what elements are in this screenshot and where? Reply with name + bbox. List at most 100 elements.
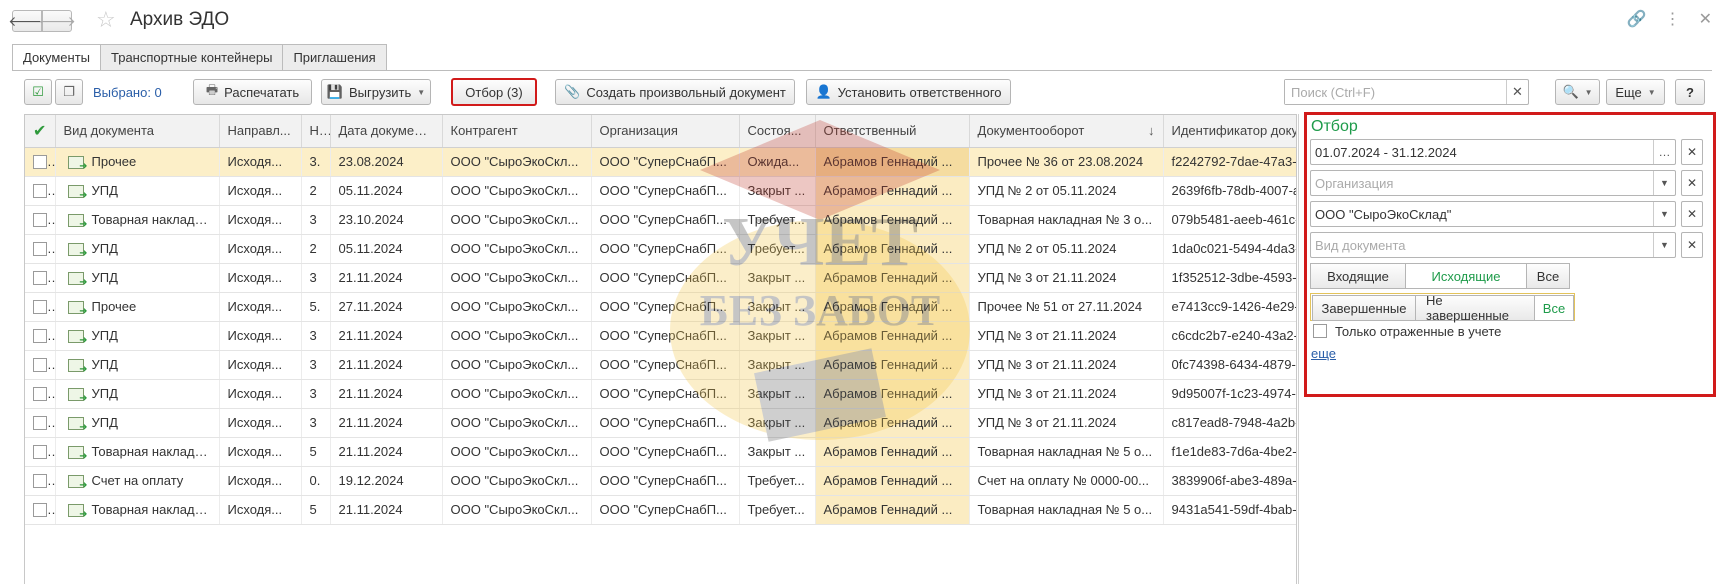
tab-transport-containers[interactable]: Транспортные контейнеры: [100, 44, 284, 70]
table-row[interactable]: УПД Исходя... 3 21.11.2024 ООО "СыроЭкоСкл..…: [25, 350, 1296, 380]
filter-button[interactable]: Отбор (3): [451, 78, 537, 106]
cell-number-text: 0.: [309, 473, 321, 488]
period-field[interactable]: 01.07.2024 - 31.12.2024 …: [1310, 139, 1676, 165]
period-picker-button[interactable]: …: [1653, 140, 1675, 164]
check-all-button[interactable]: ☑: [24, 79, 52, 105]
table-row[interactable]: УПД Исходя... 2 05.11.2024 ООО "СыроЭкоСкл..…: [25, 234, 1296, 264]
checkbox-icon[interactable]: [33, 184, 47, 199]
row-checkbox[interactable]: [25, 321, 56, 351]
col-organization[interactable]: Организация: [591, 115, 740, 148]
row-checkbox[interactable]: [25, 292, 56, 322]
cell-responsible: Абрамов Геннадий ...: [815, 292, 970, 322]
assign-responsible-button[interactable]: 👤 Установить ответственного: [806, 79, 1011, 105]
col-counterparty[interactable]: Контрагент: [442, 115, 592, 148]
row-checkbox[interactable]: [25, 437, 56, 467]
selected-count: Выбрано: 0: [93, 85, 162, 100]
search-input[interactable]: [1285, 80, 1500, 104]
checkbox-icon[interactable]: [33, 387, 47, 402]
export-button[interactable]: 💾 Выгрузить ▼: [321, 79, 431, 105]
doc-type-field[interactable]: Вид документа ▼: [1310, 232, 1676, 258]
organization-clear-button[interactable]: ✕: [1681, 170, 1703, 196]
checkbox-icon[interactable]: [33, 271, 47, 286]
counterparty-clear-button[interactable]: ✕: [1681, 201, 1703, 227]
period-clear-button[interactable]: ✕: [1681, 139, 1703, 165]
row-checkbox[interactable]: [25, 495, 56, 525]
chevron-down-icon[interactable]: ▼: [1653, 171, 1675, 195]
col-number[interactable]: Н.: [301, 115, 331, 148]
row-checkbox[interactable]: [25, 408, 56, 438]
tab-documents[interactable]: Документы: [12, 44, 102, 71]
checkbox-icon[interactable]: [33, 445, 47, 460]
completion-not-done[interactable]: Не завершенные: [1415, 293, 1535, 323]
table-row[interactable]: УПД Исходя... 3 21.11.2024 ООО "СыроЭкоСкл..…: [25, 321, 1296, 351]
checkbox-icon[interactable]: [33, 213, 47, 228]
checkbox-icon[interactable]: [1313, 324, 1327, 338]
row-checkbox[interactable]: [25, 350, 56, 380]
row-checkbox[interactable]: [25, 466, 56, 496]
cell-date: 23.08.2024: [330, 147, 443, 177]
favorite-star-icon[interactable]: ☆: [96, 7, 116, 33]
table-row[interactable]: Товарная накладная Исходя... 5 21.11.2024 ОО…: [25, 437, 1296, 467]
more-vertical-icon[interactable]: ⋮: [1665, 9, 1681, 29]
col-date[interactable]: Дата документа: [330, 115, 443, 148]
checkbox-icon[interactable]: [33, 474, 47, 489]
cell-date: 21.11.2024: [330, 495, 443, 525]
row-checkbox[interactable]: [25, 263, 56, 293]
checkbox-icon[interactable]: [33, 358, 47, 373]
checkbox-icon[interactable]: [33, 300, 47, 315]
table-row[interactable]: УПД Исходя... 3 21.11.2024 ООО "СыроЭкоСкл..…: [25, 408, 1296, 438]
tab-invitations[interactable]: Приглашения: [282, 44, 387, 70]
checkbox-icon[interactable]: [33, 242, 47, 257]
cell-number-text: 3: [309, 357, 317, 372]
cell-doc-id: 079b5481-aeeb-461c-b: [1163, 205, 1296, 235]
direction-incoming[interactable]: Входящие: [1310, 263, 1406, 289]
row-checkbox[interactable]: [25, 234, 56, 264]
col-doc-type[interactable]: Вид документа: [55, 115, 220, 148]
checkbox-icon[interactable]: [33, 503, 47, 518]
more-button[interactable]: Еще ▼: [1606, 79, 1665, 105]
direction-all[interactable]: Все: [1526, 263, 1570, 289]
table-row[interactable]: Прочее Исходя... 5. 27.11.2024 ООО "СыроЭкоС…: [25, 292, 1296, 322]
col-docflow[interactable]: Документооборот ↓: [969, 115, 1164, 148]
chevron-down-icon[interactable]: ▼: [1653, 202, 1675, 226]
completion-done[interactable]: Завершенные: [1312, 295, 1416, 321]
completion-all[interactable]: Все: [1534, 295, 1574, 321]
link-icon[interactable]: 🔗: [1627, 9, 1647, 29]
table-row[interactable]: УПД Исходя... 3 21.11.2024 ООО "СыроЭкоСкл..…: [25, 379, 1296, 409]
chevron-down-icon[interactable]: ▼: [1653, 233, 1675, 257]
cell-date: 05.11.2024: [330, 176, 443, 206]
print-button[interactable]: 🖶 Распечатать: [193, 79, 312, 105]
search-button[interactable]: 🔍 ▼: [1555, 79, 1600, 105]
col-state[interactable]: Состоя...: [739, 115, 816, 148]
more-filters-link[interactable]: еще: [1311, 346, 1336, 361]
row-checkbox[interactable]: [25, 147, 56, 177]
table-row[interactable]: УПД Исходя... 2 05.11.2024 ООО "СыроЭкоСкл..…: [25, 176, 1296, 206]
forward-button[interactable]: 🡒: [38, 10, 76, 32]
row-checkbox[interactable]: [25, 205, 56, 235]
table-row[interactable]: Товарная накладная Исходя... 5 21.11.2024 ОО…: [25, 495, 1296, 525]
col-responsible[interactable]: Ответственный: [815, 115, 970, 148]
checkbox-icon[interactable]: [33, 155, 47, 170]
close-icon[interactable]: ✕: [1699, 9, 1712, 29]
header-check-icon[interactable]: ✔: [25, 115, 56, 148]
direction-outgoing[interactable]: Исходящие: [1405, 263, 1527, 289]
checkbox-icon[interactable]: [33, 416, 47, 431]
table-row[interactable]: Счет на оплату Исходя... 0. 19.12.2024 ООО "…: [25, 466, 1296, 496]
counterparty-field[interactable]: ООО "СыроЭкоСклад" ▼: [1310, 201, 1676, 227]
uncheck-all-button[interactable]: ❐: [55, 79, 83, 105]
table-row[interactable]: Товарная накладная Исходя... 3 23.10.2024 ОО…: [25, 205, 1296, 235]
table-row[interactable]: УПД Исходя... 3 21.11.2024 ООО "СыроЭкоСкл..…: [25, 263, 1296, 293]
create-document-button[interactable]: 📎 Создать произвольный документ: [555, 79, 795, 105]
table-row[interactable]: Прочее Исходя... 3. 23.08.2024 ООО "СыроЭкоС…: [25, 147, 1296, 177]
col-direction[interactable]: Направл...: [219, 115, 302, 148]
search-field[interactable]: ✕: [1284, 79, 1529, 105]
row-checkbox[interactable]: [25, 176, 56, 206]
col-doc-id[interactable]: Идентификатор документа: [1163, 115, 1296, 148]
row-checkbox[interactable]: [25, 379, 56, 409]
doc-type-clear-button[interactable]: ✕: [1681, 232, 1703, 258]
checkbox-icon[interactable]: [33, 329, 47, 344]
help-button[interactable]: ?: [1675, 79, 1705, 105]
only-reflected-checkbox[interactable]: Только отраженные в учете: [1313, 322, 1613, 340]
search-clear-icon[interactable]: ✕: [1506, 80, 1528, 104]
organization-field[interactable]: Организация ▼: [1310, 170, 1676, 196]
